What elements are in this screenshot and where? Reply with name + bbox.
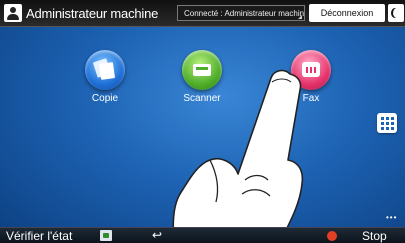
stop-icon	[327, 231, 337, 241]
expand-corner-icon	[298, 15, 302, 19]
user-name: Administrateur machine	[26, 5, 159, 21]
copy-icon	[85, 50, 125, 90]
user-icon	[4, 4, 22, 22]
stop-button[interactable]: Stop	[362, 229, 387, 243]
app-list-button[interactable]	[377, 113, 397, 133]
indicator-icon[interactable]	[100, 230, 112, 241]
user-info: Administrateur machine	[4, 3, 158, 23]
app-copy-label: Copie	[91, 93, 119, 104]
app-copy[interactable]: Copie	[75, 50, 135, 104]
login-status-text: Connecté : Administrateur machine	[184, 9, 305, 18]
check-status-button[interactable]: Vérifier l'état	[6, 229, 72, 243]
bottom-bar: Vérifier l'état ↩ Stop	[0, 227, 405, 243]
top-bar: Administrateur machine Connecté : Admini…	[0, 0, 405, 27]
login-status-field[interactable]: Connecté : Administrateur machine	[177, 5, 305, 21]
energy-saver-button[interactable]	[388, 4, 404, 22]
back-arrow-icon[interactable]: ↩	[152, 228, 162, 242]
logout-button[interactable]: Déconnexion	[309, 4, 385, 22]
pointing-hand-illustration	[172, 69, 304, 242]
page-indicator-dots: •••	[386, 213, 398, 222]
home-screen: Administrateur machine Connecté : Admini…	[0, 0, 405, 243]
moon-icon	[393, 8, 401, 18]
